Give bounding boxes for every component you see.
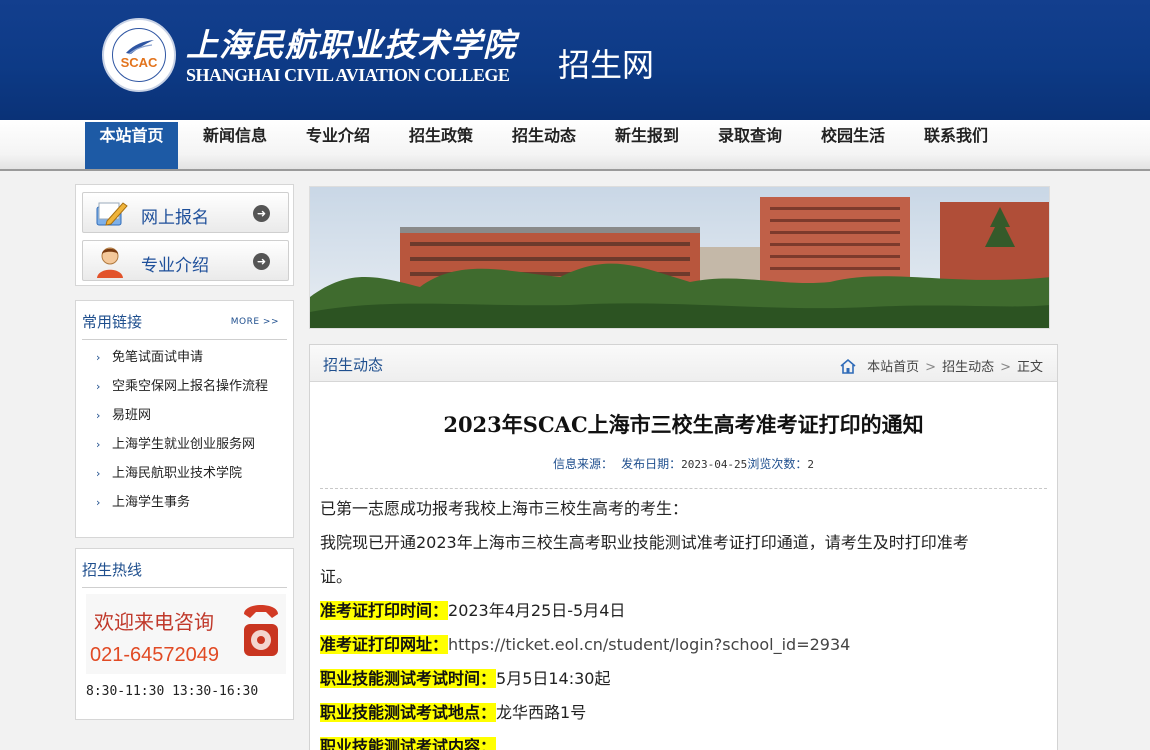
field-label: 职业技能测试考试内容： bbox=[320, 737, 497, 750]
link-item[interactable]: › 易班网 bbox=[96, 404, 151, 423]
article-body-line: 证。 bbox=[320, 567, 353, 586]
online-apply-label: 网上报名 bbox=[141, 208, 209, 228]
plane-wing-icon bbox=[126, 40, 154, 55]
link-label: 免笔试面试申请 bbox=[112, 350, 204, 365]
article-intro: 已第一志愿成功报考我校上海市三校生高考的考生： bbox=[320, 499, 689, 518]
site-header: SCAC 上海民航职业技术学院 SHANGHAI CIVIL AVIATION … bbox=[0, 0, 1150, 120]
more-link[interactable]: MORE >> bbox=[231, 317, 279, 327]
link-label: 易班网 bbox=[112, 408, 152, 423]
online-apply-button[interactable]: 网上报名 ➜ bbox=[82, 192, 289, 233]
college-logo[interactable]: SCAC bbox=[102, 18, 176, 92]
hotline-hours: 8:30-11:30 13:30-16:30 bbox=[86, 684, 259, 699]
field-print-time: 准考证打印时间：2023年4月25日-5月4日 bbox=[320, 597, 625, 621]
nav-item-admission-news[interactable]: 招生动态 bbox=[499, 122, 589, 169]
field-exam-time: 职业技能测试考试时间：5月5日14:30起 bbox=[320, 665, 611, 689]
home-icon bbox=[840, 358, 856, 374]
nav-item-registration[interactable]: 新生报到 bbox=[602, 122, 692, 169]
chevron-right-icon: › bbox=[96, 496, 101, 509]
quick-buttons: 网上报名 ➜ 专业介绍 ➜ bbox=[75, 184, 294, 286]
field-exam-location: 职业技能测试考试地点：龙华西路1号 bbox=[320, 699, 586, 723]
source-label: 信息来源： bbox=[553, 457, 614, 471]
hotline-title: 招生热线 bbox=[82, 561, 143, 579]
hotline-banner: 欢迎来电咨询 021-64572049 bbox=[86, 594, 286, 674]
campus-banner-image bbox=[309, 186, 1050, 329]
link-label: 上海学生就业创业服务网 bbox=[112, 437, 256, 452]
divider bbox=[82, 339, 287, 340]
hotline-number: 021-64572049 bbox=[90, 644, 220, 666]
field-value: 龙华西路1号 bbox=[496, 703, 587, 722]
views-label: 浏览次数： bbox=[747, 457, 808, 471]
pencil-folder-icon bbox=[96, 202, 128, 226]
arrow-right-icon: ➜ bbox=[253, 253, 270, 270]
hotline-welcome: 欢迎来电咨询 bbox=[94, 610, 214, 634]
divider bbox=[320, 488, 1047, 489]
publish-date: 2023-04-25 bbox=[681, 458, 748, 471]
link-item[interactable]: › 上海学生事务 bbox=[96, 491, 190, 510]
link-label: 上海学生事务 bbox=[112, 495, 191, 510]
field-value: 2023年4月25日-5月4日 bbox=[448, 601, 626, 620]
field-label: 职业技能测试考试地点： bbox=[320, 703, 497, 722]
field-label: 准考证打印网址： bbox=[320, 635, 449, 654]
common-links-title: 常用链接 bbox=[82, 313, 143, 331]
breadcrumb: 本站首页 > 招生动态 > 正文 bbox=[839, 356, 1043, 375]
main-nav: 本站首页 新闻信息 专业介绍 招生政策 招生动态 新生报到 录取查询 校园生活 … bbox=[0, 120, 1150, 171]
field-value: 5月5日14:30起 bbox=[496, 669, 611, 688]
field-label: 职业技能测试考试时间： bbox=[320, 669, 497, 688]
divider bbox=[82, 587, 287, 588]
view-count: 2 bbox=[807, 458, 814, 471]
campus-photo bbox=[310, 187, 1049, 328]
article-category[interactable]: 招生动态 bbox=[323, 354, 383, 375]
chevron-right-icon: › bbox=[96, 438, 101, 451]
ticket-url-link[interactable]: https://ticket.eol.cn/student/login?scho… bbox=[448, 635, 850, 654]
chevron-right-icon: › bbox=[96, 467, 101, 480]
article-meta: 信息来源： 发布日期：2023-04-25浏览次数：2 bbox=[310, 455, 1057, 472]
major-intro-label: 专业介绍 bbox=[141, 256, 209, 276]
link-item[interactable]: › 上海学生就业创业服务网 bbox=[96, 433, 255, 452]
breadcrumb-home[interactable]: 本站首页 bbox=[867, 360, 919, 375]
nav-item-majors[interactable]: 专业介绍 bbox=[293, 122, 383, 169]
person-icon bbox=[97, 247, 123, 278]
college-name-en: SHANGHAI CIVIL AVIATION COLLEGE bbox=[186, 65, 510, 85]
article-panel: 招生动态 本站首页 > 招生动态 > 正文 2023年SCAC上海市三校生高考准考证打印… bbox=[309, 344, 1058, 750]
chevron-right-icon: > bbox=[1000, 360, 1011, 375]
chevron-right-icon: > bbox=[925, 360, 937, 375]
nav-item-policy[interactable]: 招生政策 bbox=[396, 122, 486, 169]
article-title: 2023年SCAC上海市三校生高考准考证打印的通知 bbox=[443, 412, 924, 437]
nav-item-admission-query[interactable]: 录取查询 bbox=[705, 122, 795, 169]
major-intro-button[interactable]: 专业介绍 ➜ bbox=[82, 240, 289, 281]
date-label: 发布日期： bbox=[621, 457, 682, 471]
link-item[interactable]: › 空乘空保网上报名操作流程 bbox=[96, 375, 268, 394]
field-label: 准考证打印时间： bbox=[320, 601, 449, 620]
link-label: 上海民航职业技术学院 bbox=[112, 466, 243, 481]
chevron-right-icon: › bbox=[96, 380, 101, 393]
link-label: 空乘空保网上报名操作流程 bbox=[112, 379, 269, 394]
article-header-bar: 招生动态 本站首页 > 招生动态 > 正文 bbox=[310, 345, 1057, 382]
article-body-line: 我院现已开通2023年上海市三校生高考职业技能测试准考证打印通道，请考生及时打印… bbox=[320, 533, 969, 552]
nav-item-news[interactable]: 新闻信息 bbox=[190, 122, 280, 169]
link-item[interactable]: › 上海民航职业技术学院 bbox=[96, 462, 242, 481]
logo-ring: SCAC bbox=[112, 28, 166, 82]
nav-item-contact[interactable]: 联系我们 bbox=[911, 122, 1001, 169]
field-print-url: 准考证打印网址：https://ticket.eol.cn/student/lo… bbox=[320, 631, 850, 655]
common-links-panel: 常用链接 MORE >> › 免笔试面试申请 › 空乘空保网上报名操作流程 › 易班网… bbox=[75, 300, 294, 538]
telephone-icon bbox=[244, 605, 278, 656]
logo-abbr: SCAC bbox=[120, 55, 158, 70]
nav-item-home[interactable]: 本站首页 bbox=[85, 122, 178, 169]
hotline-panel: 招生热线 欢迎来电咨询 021-64572049 8:30-11:30 13:3… bbox=[75, 548, 294, 720]
link-item[interactable]: › 免笔试面试申请 bbox=[96, 346, 203, 365]
college-name-cn: 上海民航职业技术学院 bbox=[186, 26, 517, 64]
site-name: 招生网 bbox=[558, 46, 655, 84]
chevron-right-icon: › bbox=[96, 351, 101, 364]
nav-item-campus-life[interactable]: 校园生活 bbox=[808, 122, 898, 169]
field-exam-content: 职业技能测试考试内容： bbox=[320, 733, 497, 750]
breadcrumb-current: 正文 bbox=[1016, 360, 1043, 375]
chevron-right-icon: › bbox=[96, 409, 101, 422]
breadcrumb-category[interactable]: 招生动态 bbox=[942, 360, 994, 375]
arrow-right-icon: ➜ bbox=[253, 205, 270, 222]
